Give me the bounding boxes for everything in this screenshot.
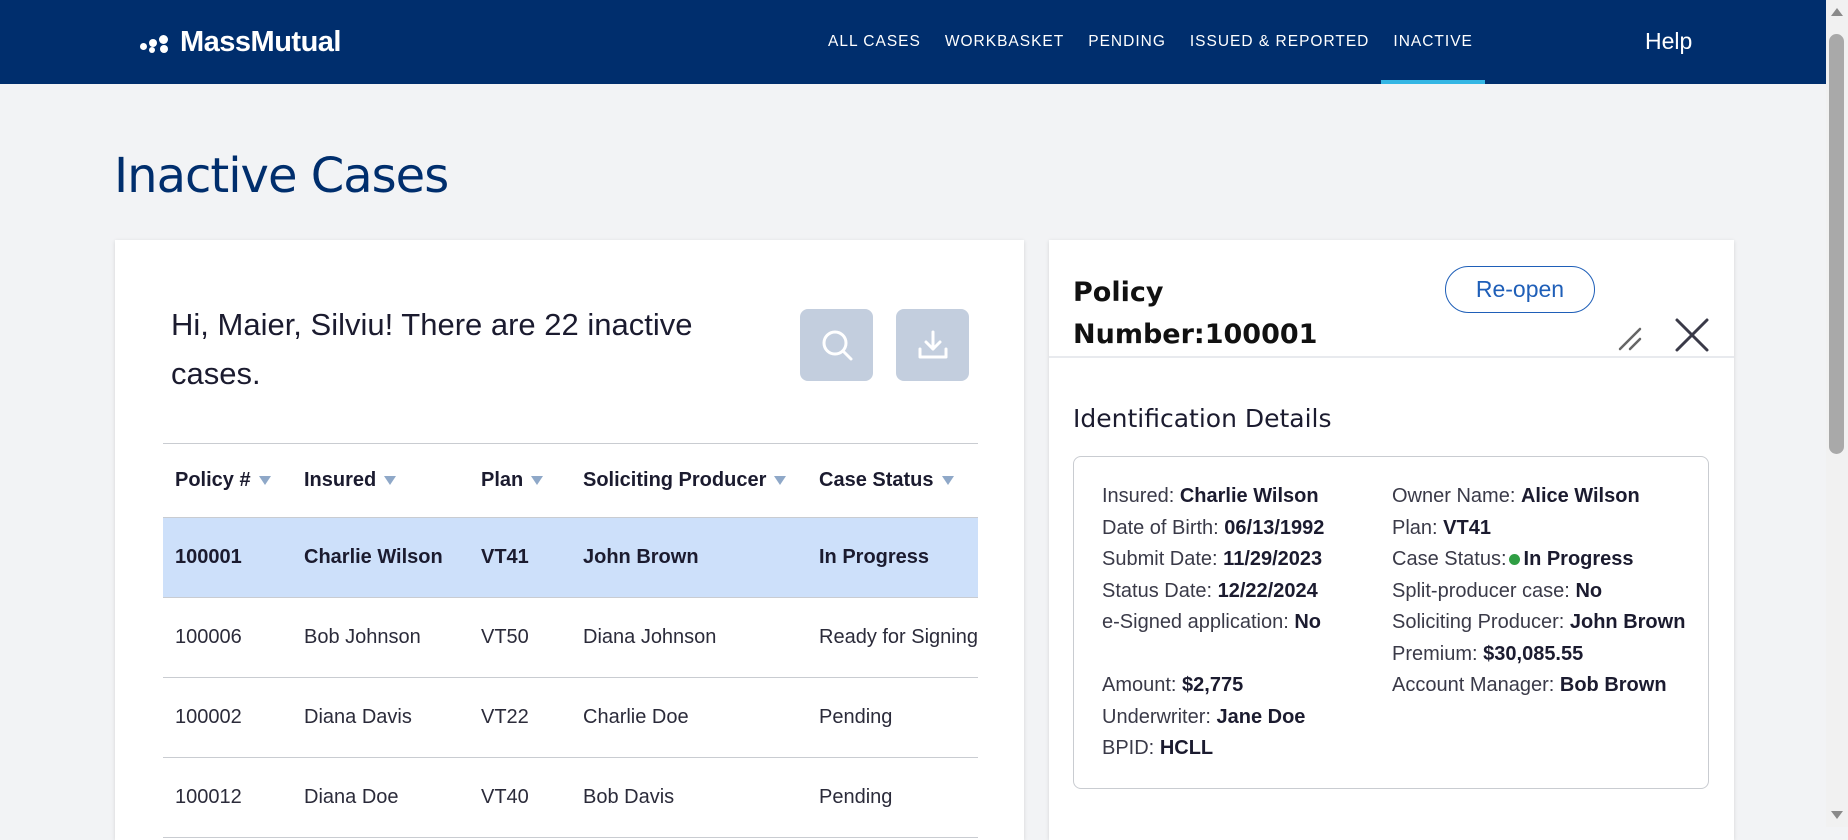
table-row[interactable]: 100001 Charlie Wilson VT41 John Brown In… xyxy=(163,517,978,598)
detail-split-producer: Split-producer case: No xyxy=(1392,579,1603,602)
resize-icon[interactable] xyxy=(1616,325,1644,353)
column-header-status[interactable]: Case Status xyxy=(807,443,978,518)
column-header-insured[interactable]: Insured xyxy=(292,443,469,518)
details-right-column: Owner Name: Alice Wilson Plan: VT41 Case… xyxy=(1392,481,1692,702)
cell-insured: Diana Davis xyxy=(292,677,469,758)
policy-number-heading: Policy Number:100001 xyxy=(1073,272,1317,356)
greeting-text: Hi, Maier, Silviu! There are 22 inactive… xyxy=(171,307,693,391)
main-nav: ALL CASES WORKBASKET PENDING ISSUED & RE… xyxy=(816,0,1486,84)
cell-status: Pending xyxy=(807,677,978,758)
logo-dots-icon xyxy=(140,31,172,53)
column-header-policy[interactable]: Policy # xyxy=(163,443,292,518)
filter-icon[interactable] xyxy=(258,476,271,486)
filter-icon[interactable] xyxy=(531,476,544,486)
cases-table: Policy # Insured Plan Soliciting Produce… xyxy=(163,443,978,838)
detail-owner-name: Owner Name: Alice Wilson xyxy=(1392,485,1640,507)
nav-inactive[interactable]: INACTIVE xyxy=(1381,0,1486,84)
cell-producer: John Brown xyxy=(571,517,807,598)
detail-soliciting-producer: Soliciting Producer: John Brown xyxy=(1392,611,1686,633)
identification-details-box: Insured: Charlie Wilson Date of Birth: 0… xyxy=(1073,456,1709,789)
cell-policy: 100012 xyxy=(163,757,292,838)
cases-card: Hi, Maier, Silviu! There are 22 inactive… xyxy=(115,240,1024,840)
detail-case-status: Case Status: In Progress xyxy=(1392,548,1634,570)
table-row[interactable]: 100012 Diana Doe VT40 Bob Davis Pending xyxy=(163,757,978,838)
panel-header-divider xyxy=(1049,356,1734,358)
cell-plan: VT50 xyxy=(469,597,571,678)
cell-insured: Bob Johnson xyxy=(292,597,469,678)
column-header-producer[interactable]: Soliciting Producer xyxy=(571,443,807,518)
detail-account-manager: Account Manager: Bob Brown xyxy=(1392,674,1667,696)
policy-label: Policy xyxy=(1073,277,1164,308)
cell-status: In Progress xyxy=(807,517,978,598)
policy-number-value: 100001 xyxy=(1204,319,1318,350)
status-dot-icon xyxy=(1508,553,1520,565)
detail-insured: Insured: Charlie Wilson xyxy=(1102,485,1319,507)
cell-producer: Diana Johnson xyxy=(571,597,807,678)
cell-status: Pending xyxy=(807,757,978,838)
cell-policy: 100001 xyxy=(163,517,292,598)
filter-icon[interactable] xyxy=(941,476,954,486)
cell-policy: 100006 xyxy=(163,597,292,678)
detail-esigned: e-Signed application: No xyxy=(1102,611,1322,633)
top-navigation-bar: MassMutual ALL CASES WORKBASKET PENDING … xyxy=(0,0,1826,84)
cell-producer: Charlie Doe xyxy=(571,677,807,758)
reopen-button[interactable]: Re-open xyxy=(1445,266,1595,313)
scroll-down-arrow-icon[interactable] xyxy=(1831,811,1843,819)
section-title-identification: Identification Details xyxy=(1073,404,1332,433)
cell-status: Ready for Signing xyxy=(807,597,978,678)
cell-policy: 100002 xyxy=(163,677,292,758)
cell-insured: Charlie Wilson xyxy=(292,517,469,598)
filter-icon[interactable] xyxy=(774,476,787,486)
detail-date-of-birth: Date of Birth: 06/13/1992 xyxy=(1102,516,1325,539)
page-title: Inactive Cases xyxy=(114,148,449,204)
filter-icon[interactable] xyxy=(384,476,397,486)
detail-amount: Amount: $2,775 xyxy=(1102,674,1244,696)
column-header-plan[interactable]: Plan xyxy=(469,443,571,518)
scrollbar-thumb[interactable] xyxy=(1829,34,1844,454)
logo-text: MassMutual xyxy=(180,25,341,58)
nav-issued-reported[interactable]: ISSUED & REPORTED xyxy=(1178,0,1382,84)
close-icon[interactable] xyxy=(1673,316,1711,354)
detail-plan: Plan: VT41 xyxy=(1392,516,1491,539)
table-row[interactable]: 100006 Bob Johnson VT50 Diana Johnson Re… xyxy=(163,597,978,678)
policy-detail-panel: Policy Number:100001 Re-open Identificat… xyxy=(1049,240,1734,840)
cell-plan: VT22 xyxy=(469,677,571,758)
download-icon xyxy=(918,330,947,359)
detail-premium: Premium: $30,085.55 xyxy=(1392,642,1584,665)
nav-workbasket[interactable]: WORKBASKET xyxy=(933,0,1076,84)
nav-all-cases[interactable]: ALL CASES xyxy=(816,0,933,84)
detail-underwriter: Underwriter: Jane Doe xyxy=(1102,705,1306,728)
policy-number-label: Number: xyxy=(1073,319,1205,350)
search-icon xyxy=(822,330,852,361)
detail-bpid: BPID: HCLL xyxy=(1102,737,1214,759)
cell-plan: VT41 xyxy=(469,517,571,598)
cell-producer: Bob Davis xyxy=(571,757,807,838)
nav-pending[interactable]: PENDING xyxy=(1076,0,1178,84)
cell-insured: Diana Doe xyxy=(292,757,469,838)
table-header-row: Policy # Insured Plan Soliciting Produce… xyxy=(163,443,978,518)
scroll-up-arrow-icon[interactable] xyxy=(1831,8,1843,16)
detail-submit-date: Submit Date: 11/29/2023 xyxy=(1102,548,1323,570)
download-button[interactable] xyxy=(896,309,969,381)
page-scrollbar[interactable] xyxy=(1826,0,1848,827)
cell-plan: VT40 xyxy=(469,757,571,838)
detail-status-date: Status Date: 12/22/2024 xyxy=(1102,579,1318,602)
details-left-column: Insured: Charlie Wilson Date of Birth: 0… xyxy=(1102,481,1387,765)
cases-table-container: Policy # Insured Plan Soliciting Produce… xyxy=(163,443,978,838)
search-button[interactable] xyxy=(800,309,873,381)
table-row[interactable]: 100002 Diana Davis VT22 Charlie Doe Pend… xyxy=(163,677,978,758)
help-link[interactable]: Help xyxy=(1645,28,1692,55)
massmutual-logo[interactable]: MassMutual xyxy=(140,26,341,58)
